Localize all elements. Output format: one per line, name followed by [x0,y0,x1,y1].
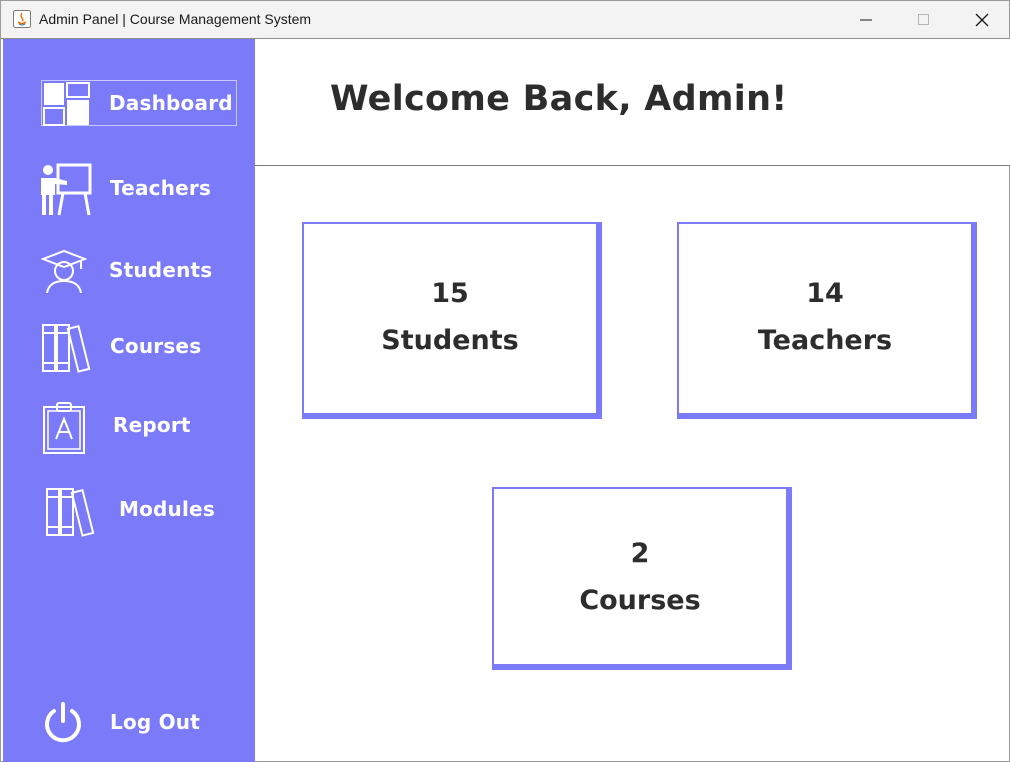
power-icon [43,701,83,749]
sidebar-item-dashboard[interactable]: Dashboard [41,80,237,126]
sidebar-item-modules[interactable]: Modules [3,481,255,541]
sidebar-item-label: Dashboard [109,91,233,115]
logout-label: Log Out [110,710,200,734]
students-count: 15 [431,278,469,309]
close-button[interactable] [953,1,1010,38]
student-icon [40,249,88,297]
sidebar-item-label: Teachers [110,176,212,200]
dashboard-icon [43,82,91,130]
sidebar-item-label: Report [113,413,191,437]
courses-label: Courses [579,585,701,616]
teachers-count: 14 [806,278,844,309]
books-icon [41,321,91,377]
sidebar-item-teachers[interactable]: Teachers [3,159,255,219]
sidebar-item-students[interactable]: Students [3,243,255,303]
sidebar-item-report[interactable]: Report [3,397,255,457]
title-bar[interactable]: Admin Panel | Course Management System [1,1,1009,39]
teacher-icon [37,163,93,221]
maximize-button[interactable] [895,1,953,38]
books-icon [45,485,95,541]
minimize-button[interactable] [837,1,895,38]
clipboard-report-icon [42,401,86,459]
sidebar-item-label: Modules [119,497,215,521]
sidebar-item-label: Students [109,258,213,282]
students-stat-card[interactable]: 15 Students [302,222,602,419]
teachers-stat-card[interactable]: 14 Teachers [677,222,977,419]
sidebar-item-label: Courses [110,334,202,358]
courses-stat-card[interactable]: 2 Courses [492,487,792,670]
maximize-icon [918,13,929,25]
minimize-icon [860,19,872,20]
app-window: Admin Panel | Course Management System D… [0,0,1010,762]
sidebar-item-courses[interactable]: Courses [3,319,255,379]
header: Welcome Back, Admin! [255,39,1010,166]
java-app-icon [13,10,31,28]
sidebar: Dashboard Teachers Students Courses Repo… [3,39,255,762]
teachers-label: Teachers [757,325,893,356]
page-title: Welcome Back, Admin! [330,79,788,119]
window-title: Admin Panel | Course Management System [39,11,312,27]
close-icon [975,13,989,26]
logout-button[interactable]: Log Out [3,695,255,755]
courses-count: 2 [630,538,650,569]
students-label: Students [381,325,519,356]
